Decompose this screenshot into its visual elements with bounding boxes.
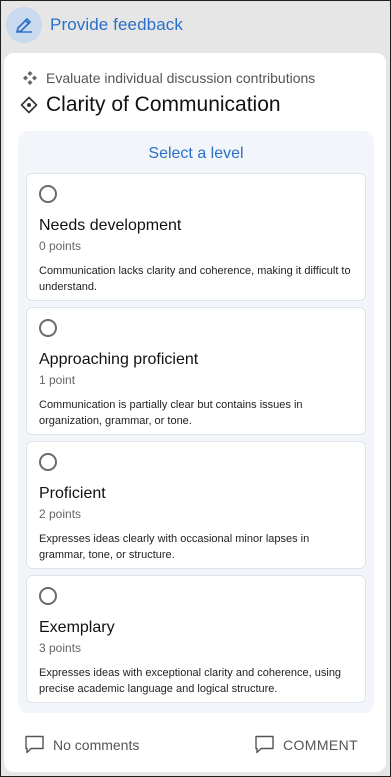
level-name: Exemplary	[39, 619, 115, 636]
feedback-header: Provide feedback	[1, 1, 390, 51]
diamond-dot-icon	[20, 96, 38, 114]
level-name: Proficient	[39, 485, 106, 502]
level-radio[interactable]	[39, 319, 57, 337]
level-radio[interactable]	[39, 453, 57, 471]
comments-status-label: No comments	[53, 736, 140, 753]
comment-icon	[24, 734, 45, 755]
level-description: Expresses ideas with exceptional clarity…	[39, 667, 342, 695]
level-radio[interactable]	[39, 185, 57, 203]
comment-icon	[254, 734, 275, 755]
criterion-title: Clarity of Communication	[20, 93, 281, 117]
header-title: Provide feedback	[50, 15, 183, 34]
feedback-window: Provide feedback Evaluate individual dis…	[0, 0, 391, 777]
level-option-needs-development[interactable]: Needs development 0 points Communication…	[26, 173, 366, 301]
level-radio[interactable]	[39, 587, 57, 605]
criterion-breadcrumb: Evaluate individual discussion contribut…	[22, 70, 315, 86]
level-points: 3 points	[39, 641, 82, 655]
level-name: Approaching proficient	[39, 351, 199, 368]
level-option-exemplary[interactable]: Exemplary 3 points Expresses ideas with …	[26, 575, 366, 703]
diamond-cluster-icon	[22, 70, 38, 86]
level-option-approaching-proficient[interactable]: Approaching proficient 1 point Communica…	[26, 307, 366, 435]
comments-status: No comments	[24, 734, 139, 755]
level-points: 1 point	[39, 373, 76, 387]
level-option-proficient[interactable]: Proficient 2 points Expresses ideas clea…	[26, 441, 366, 569]
comment-button-label: COMMENT	[283, 736, 359, 753]
criterion-title-label: Clarity of Communication	[46, 93, 281, 116]
breadcrumb-label: Evaluate individual discussion contribut…	[46, 70, 316, 86]
comment-button[interactable]: COMMENT	[254, 734, 358, 755]
levels-panel: Select a level Needs development 0 point…	[18, 131, 374, 713]
pencil-icon[interactable]	[6, 7, 42, 43]
criterion-card: Evaluate individual discussion contribut…	[4, 53, 386, 772]
level-description: Communication lacks clarity and coherenc…	[39, 265, 351, 293]
level-name: Needs development	[39, 217, 182, 234]
level-points: 2 points	[39, 507, 82, 521]
level-description: Expresses ideas clearly with occasional …	[39, 533, 310, 561]
level-points: 0 points	[39, 239, 82, 253]
levels-panel-heading: Select a level	[148, 145, 244, 162]
level-description: Communication is partially clear but con…	[39, 399, 303, 427]
